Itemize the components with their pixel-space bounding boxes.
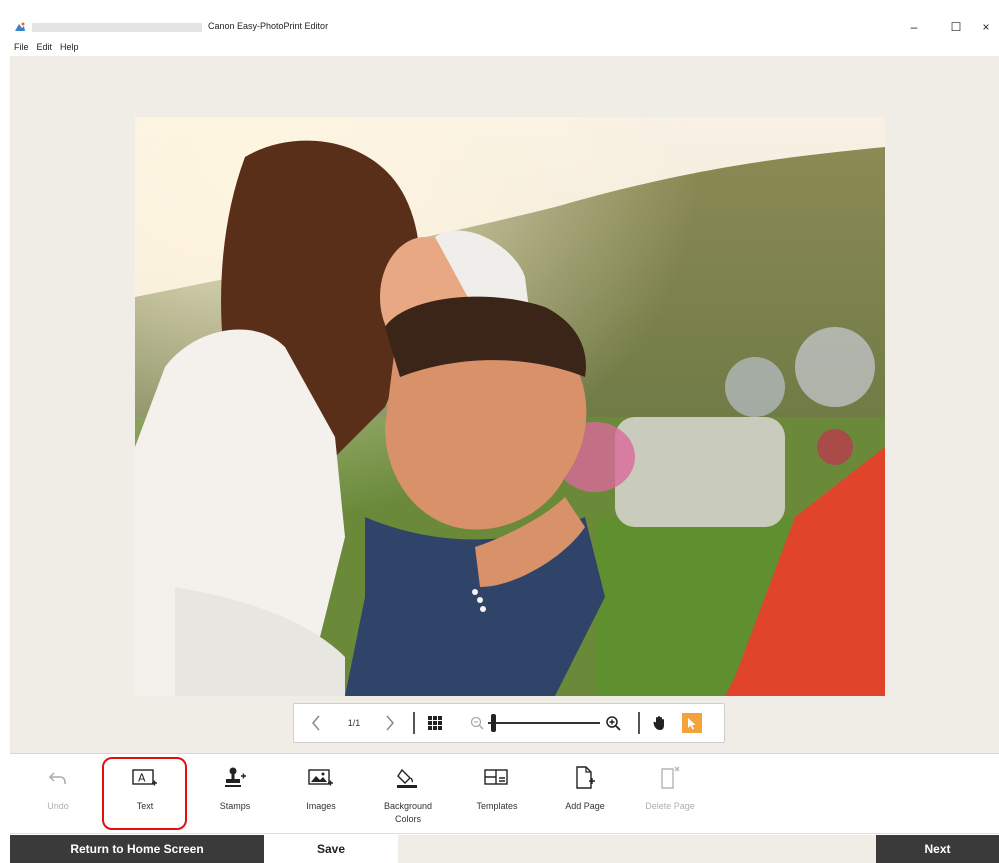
background-colors-label-line1: Background [383, 801, 433, 811]
undo-icon [44, 766, 72, 790]
menu-file[interactable]: File [12, 40, 35, 56]
add-page-icon [571, 766, 599, 790]
photo-graphic [135, 117, 885, 696]
footer-spacer [398, 835, 876, 863]
menu-edit[interactable]: Edit [35, 40, 59, 56]
select-tool-icon[interactable] [682, 713, 702, 733]
add-page-button[interactable]: Add Page [558, 754, 612, 833]
paint-bucket-icon [394, 766, 422, 790]
stamps-button[interactable]: Stamps [212, 754, 258, 833]
separator [413, 712, 415, 734]
stamp-icon [221, 766, 249, 790]
blurred-title-region [32, 23, 202, 32]
zoom-slider-handle[interactable] [491, 714, 496, 732]
hand-tool-icon[interactable] [648, 704, 672, 742]
background-colors-button[interactable]: Background Colors [378, 754, 438, 833]
templates-button[interactable]: Templates [470, 754, 524, 833]
page-indicator: 1/1 [347, 718, 361, 728]
grid-view-icon[interactable] [424, 704, 446, 742]
add-image-icon [307, 766, 335, 790]
zoom-slider-track[interactable] [488, 722, 600, 724]
add-page-label: Add Page [565, 801, 605, 811]
zoom-in-icon[interactable] [602, 704, 624, 742]
templates-icon [483, 766, 511, 790]
background-colors-label-line2: Colors [394, 814, 421, 824]
text-button-highlight-annotation [102, 757, 187, 830]
undo-button[interactable]: Undo [38, 754, 78, 833]
next-button[interactable]: Next [876, 835, 999, 863]
background-colors-label: Background Colors [384, 800, 432, 826]
save-button[interactable]: Save [264, 835, 398, 863]
delete-page-icon [656, 766, 684, 790]
separator [638, 712, 640, 734]
delete-page-button[interactable]: Delete Page [640, 754, 700, 833]
menu-bar: File Edit Help [0, 40, 999, 56]
app-icon [15, 22, 25, 31]
window-top-border [0, 0, 999, 14]
images-label: Images [306, 801, 336, 811]
undo-label: Undo [47, 801, 69, 811]
return-to-home-button[interactable]: Return to Home Screen [10, 835, 264, 863]
delete-page-label: Delete Page [645, 801, 695, 811]
images-button[interactable]: Images [298, 754, 344, 833]
photo-image[interactable] [135, 117, 885, 696]
menu-help[interactable]: Help [58, 40, 85, 56]
minimize-button[interactable]: – [896, 17, 932, 37]
close-button[interactable]: × [968, 17, 999, 37]
templates-label: Templates [476, 801, 518, 811]
title-bar: Canon Easy-PhotoPrint Editor – ☐ × [0, 14, 999, 40]
next-page-button[interactable] [378, 704, 402, 742]
zoom-out-icon[interactable] [467, 704, 487, 742]
view-toolbar: 1/1 [293, 703, 725, 743]
previous-page-button[interactable] [304, 704, 328, 742]
stamps-label: Stamps [219, 801, 251, 811]
window-title: Canon Easy-PhotoPrint Editor [208, 21, 329, 31]
